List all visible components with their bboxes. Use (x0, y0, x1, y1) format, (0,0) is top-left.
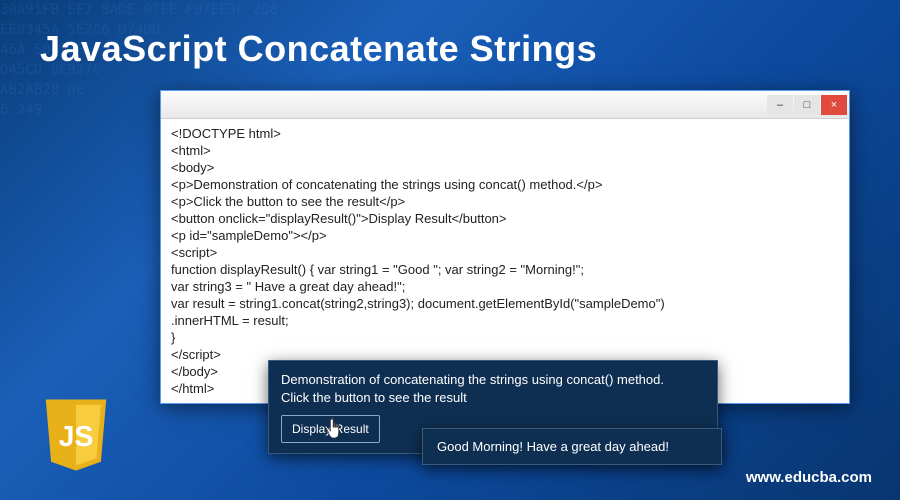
javascript-logo: JS (36, 396, 116, 476)
result-text: Good Morning! Have a great day ahead! (437, 439, 669, 454)
window-titlebar: – □ × (161, 91, 849, 119)
demo-text-line1: Demonstration of concatenating the strin… (281, 371, 705, 389)
svg-text:JS: JS (59, 421, 94, 453)
page-title: JavaScript Concatenate Strings (40, 28, 597, 70)
minimize-button[interactable]: – (767, 95, 793, 115)
result-output-panel: Good Morning! Have a great day ahead! (422, 428, 722, 465)
demo-text-line2: Click the button to see the result (281, 389, 705, 407)
display-result-button[interactable]: Display Result (281, 415, 380, 443)
code-window: – □ × <!DOCTYPE html> <html> <body> <p>D… (160, 90, 850, 404)
close-button[interactable]: × (821, 95, 847, 115)
maximize-button[interactable]: □ (794, 95, 820, 115)
website-url: www.educba.com (746, 469, 872, 486)
